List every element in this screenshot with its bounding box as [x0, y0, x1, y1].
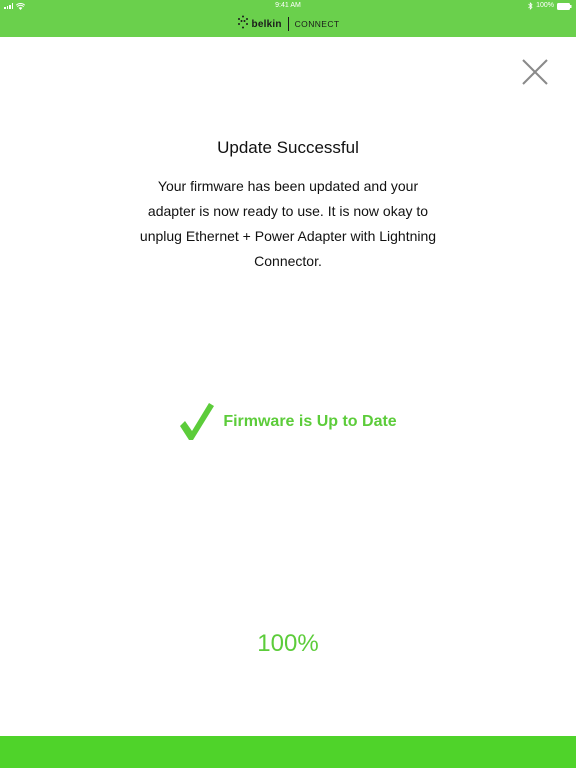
app-header: 9:41 AM 100% belkin CONNECT: [0, 0, 576, 37]
belkin-logo-icon: [237, 15, 249, 34]
status-time: 9:41 AM: [275, 2, 301, 9]
brand-name: belkin: [251, 18, 282, 30]
footer-bar: [0, 736, 576, 768]
battery-percent: 100%: [536, 2, 554, 9]
status-right: 100%: [528, 0, 572, 12]
dialog-message: Your firmware has been updated and your …: [139, 178, 437, 269]
dialog-title: Update Successful: [217, 138, 359, 157]
progress-percent: 100%: [257, 630, 319, 657]
checkmark-icon: [179, 402, 215, 442]
bluetooth-icon: [528, 2, 533, 10]
status-bar: 9:41 AM 100%: [0, 0, 576, 12]
brand-product: CONNECT: [294, 19, 340, 29]
brand: belkin CONNECT: [0, 14, 576, 34]
firmware-status-text: Firmware is Up to Date: [223, 413, 397, 430]
close-button[interactable]: [518, 55, 552, 89]
close-icon[interactable]: [518, 55, 552, 89]
brand-logo: belkin: [237, 15, 282, 34]
battery-icon: [557, 2, 572, 10]
brand-divider: [287, 17, 289, 31]
firmware-status: Firmware is Up to Date: [0, 400, 576, 444]
